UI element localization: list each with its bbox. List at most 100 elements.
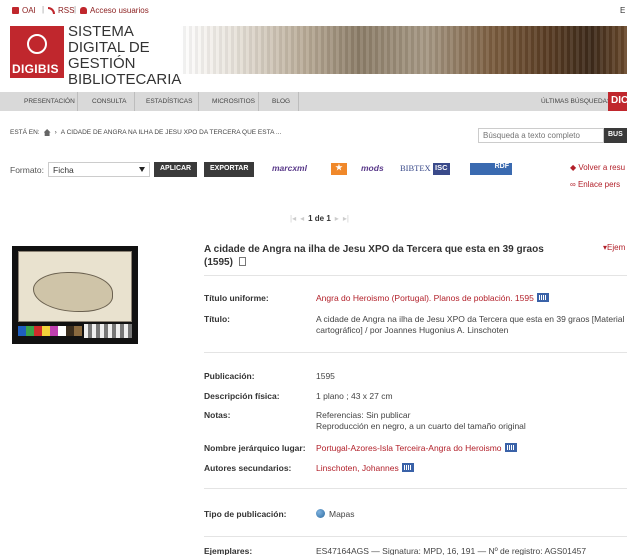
notas-line-1: Referencias: Sin publicar (316, 410, 411, 420)
titulo-line-2: cartográfico] / por Joannes Hugonius A. … (316, 325, 509, 335)
nav-item-micrositios[interactable]: MICROSITIOS (212, 98, 255, 105)
rss-export-icon[interactable]: ★ (331, 163, 347, 175)
last-page-icon[interactable]: ▸| (343, 214, 349, 223)
field-value-publicacion: 1595 (316, 371, 335, 381)
authority-icon[interactable] (504, 443, 517, 452)
export-button[interactable]: EXPORTAR (204, 162, 255, 177)
oai-label: OAI (22, 6, 36, 15)
nav-item-ultimas-busquedas[interactable]: ÚLTIMAS BÚSQUEDAS (541, 98, 611, 105)
rss-icon (48, 7, 55, 14)
nav-item-consulta[interactable]: CONSULTA (92, 98, 126, 105)
ejemplares-link-label: Ejem (607, 243, 626, 252)
user-icon (80, 7, 87, 14)
format-selected-value: Ficha (53, 165, 74, 175)
isbd-export-icon[interactable]: ISC (433, 163, 450, 175)
field-value-titulo: A cidade de Angra na ilha de Jesu XPO da… (316, 314, 627, 336)
next-page-icon[interactable]: ▸ (335, 214, 339, 223)
nav-divider (198, 92, 199, 111)
field-value-nombre-jerarquico[interactable]: Portugal-Azores-Isla Terceira-Angra do H… (316, 443, 627, 454)
digibis-logo[interactable]: DIGIBIS (10, 26, 64, 78)
field-value-ejemplares: ES47164AGS — Signatura: MPD, 16, 191 — N… (316, 546, 587, 555)
separator: | (74, 5, 77, 14)
language-label: E (620, 6, 626, 15)
field-label-notas: Notas: (204, 410, 231, 420)
field-value-titulo-uniforme[interactable]: Angra do Heroismo (Portugal). Planos de … (316, 293, 627, 304)
permalink-link[interactable]: ∞ Enlace pers (570, 180, 620, 189)
fulltext-search-input[interactable] (478, 128, 604, 143)
library-banner-image (180, 26, 627, 74)
breadcrumb-current: A CIDADE DE ANGRA NA ILHA DE JESU XPO DA… (60, 129, 282, 136)
titulo-uniforme-link: Angra do Heroismo (Portugal). Planos de … (316, 293, 534, 303)
logo-circle-icon (27, 34, 47, 54)
record-title: A cidade de Angra na ilha de Jesu XPO da… (204, 244, 544, 268)
nav-item-estadisticas[interactable]: ESTADÍSTICAS (146, 98, 192, 105)
marcxml-export-icon[interactable]: marcxml (272, 163, 307, 175)
map-island-shape (33, 272, 113, 312)
field-label-autores-secundarios: Autores secundarios: (204, 463, 292, 473)
rss-label: RSS (58, 6, 75, 15)
field-value-tipo-publicacion: Mapas (316, 509, 627, 520)
nav-divider (134, 92, 135, 111)
link-icon: ∞ (570, 180, 578, 189)
record-title-block: A cidade de Angra na ilha de Jesu XPO da… (204, 243, 544, 269)
home-icon[interactable] (43, 129, 51, 136)
field-label-descripcion-fisica: Descripción física: (204, 391, 280, 401)
map-image (18, 251, 132, 322)
back-link-label: Volver a resu (578, 163, 626, 172)
oai-icon (12, 7, 19, 14)
first-page-icon[interactable]: |◂ (290, 214, 296, 223)
back-to-results-link[interactable]: ◆ Volver a resu (570, 163, 625, 172)
dropdown-arrow-icon (139, 167, 145, 172)
rss-link[interactable]: RSS (48, 6, 74, 15)
field-value-autores-secundarios[interactable]: Linschoten, Johannes (316, 463, 627, 474)
divider (204, 275, 627, 276)
apply-button[interactable]: APLICAR (154, 162, 198, 177)
main-nav: PRESENTACIÓN CONSULTA ESTADÍSTICAS MICRO… (0, 92, 627, 111)
breadcrumb-prefix: ESTÁ EN: (10, 129, 40, 136)
field-label-tipo-publicacion: Tipo de publicación: (204, 509, 287, 519)
nav-item-presentacion[interactable]: PRESENTACIÓN (24, 98, 75, 105)
divider (204, 488, 627, 489)
rdf-export-icon[interactable]: RDF (470, 163, 512, 175)
search-button[interactable]: BUS (604, 128, 627, 143)
banner-texture (180, 26, 627, 74)
separator: | (42, 5, 45, 14)
top-utility-bar: OAI | RSS | Acceso usuarios E (0, 0, 627, 20)
language-link[interactable]: E (620, 6, 625, 15)
map-globe-icon (316, 509, 325, 518)
titulo-line-1: A cidade de Angra na ilha de Jesu XPO da… (316, 314, 625, 324)
breadcrumb-chevron-icon: › (54, 129, 57, 136)
field-label-titulo: Título: (204, 314, 230, 324)
oai-link[interactable]: OAI (12, 6, 36, 15)
user-access-link[interactable]: Acceso usuarios (80, 6, 149, 15)
format-label: Formato: (10, 165, 45, 175)
authority-icon[interactable] (536, 293, 549, 302)
mods-export-icon[interactable]: mods (361, 163, 384, 175)
color-calibration-strip (18, 326, 82, 336)
grey-scale-strip (84, 324, 132, 338)
bibtex-export-icon[interactable]: BIBTEX (400, 163, 431, 175)
format-select[interactable]: Ficha (48, 162, 150, 177)
nav-divider (298, 92, 299, 111)
map-thumbnail[interactable] (12, 246, 138, 344)
breadcrumb: ESTÁ EN: › A CIDADE DE ANGRA NA ILHA DE … (10, 129, 281, 136)
prev-page-icon[interactable]: ◂ (300, 214, 304, 223)
divider (204, 352, 627, 353)
field-label-publicacion: Publicación: (204, 371, 255, 381)
ejemplares-link[interactable]: ▾Ejem (603, 243, 625, 252)
authority-icon[interactable] (401, 463, 414, 472)
field-value-descripcion-fisica: 1 plano ; 43 x 27 cm (316, 391, 393, 401)
nav-divider (77, 92, 78, 111)
site-title: SISTEMA DIGITAL DE GESTIÓN BIBLIOTECARIA (68, 23, 182, 88)
document-icon[interactable] (238, 257, 246, 266)
permalink-label: Enlace pers (577, 180, 621, 189)
field-label-titulo-uniforme: Título uniforme: (204, 293, 269, 303)
nav-item-blog[interactable]: BLOG (272, 98, 290, 105)
logo-text: DIGIBIS (12, 62, 59, 76)
field-label-ejemplares: Ejemplares: (204, 546, 253, 555)
divider (204, 536, 627, 537)
notas-line-2: Reproducción en negro, a un cuarto del t… (316, 421, 526, 431)
field-label-nombre-jerarquico: Nombre jerárquico lugar: (204, 443, 306, 453)
nav-divider (258, 92, 259, 111)
nav-tab-digibis[interactable]: DIC (608, 92, 627, 111)
